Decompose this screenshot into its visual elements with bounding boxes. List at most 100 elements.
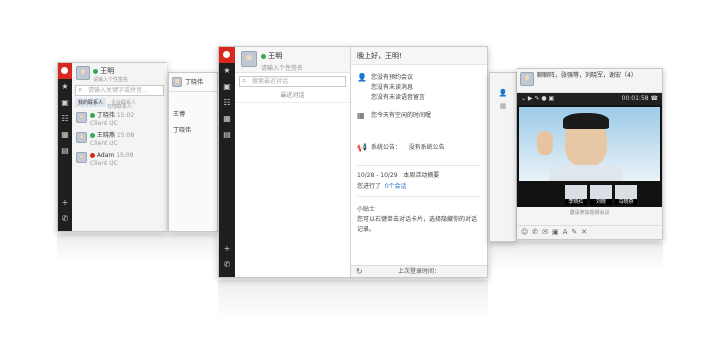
chat-header: 丁晓伟	[169, 73, 217, 92]
call-header: 聊聊阵，张强等，刘晓军，谢宏（4）	[517, 69, 662, 93]
star-icon[interactable]: ★	[219, 63, 235, 79]
avatar	[172, 77, 182, 87]
weekly-count-link[interactable]: 0个会话	[385, 183, 407, 190]
recent-search-input[interactable]: 搜索最近对话	[239, 76, 346, 87]
side-window: 👤 ▦	[489, 72, 517, 242]
user-icon: 👤	[357, 73, 367, 82]
right-reflection	[489, 242, 663, 272]
add-icon[interactable]: +	[58, 195, 72, 211]
me-signature[interactable]: 请输入个性签名	[261, 63, 303, 72]
contact-time: 15:02	[116, 112, 135, 119]
contact-name: Adam	[96, 152, 115, 159]
status-bar: ↻ 上次登录时间：	[351, 265, 487, 277]
avatar	[520, 72, 534, 86]
contact-search-input[interactable]: 请输入关键字或拼音...	[75, 85, 164, 96]
announce-section: 📢 系统公告： 没有系统公告	[351, 139, 487, 157]
video-feed	[517, 105, 662, 183]
add-icon[interactable]: +	[219, 241, 235, 257]
contact-status: Client UC	[90, 120, 118, 127]
participant-thumb[interactable]: 李晓红	[565, 185, 587, 205]
list-item[interactable]: Adam 15:09 Client UC	[72, 150, 167, 170]
video-caption: 邀请参加视频会议	[569, 210, 610, 216]
profile-header: 王明 请输入个性签名	[72, 63, 167, 85]
home-panel: 晚上好，王明! 👤 您没有预约会议 您没有未读消息 您没有未读语音留言 ▦ 您今…	[351, 47, 487, 277]
announce-value: 没有系统公告	[408, 144, 445, 151]
notice-section: 👤 您没有预约会议 您没有未读消息 您没有未读语音留言	[351, 69, 487, 107]
weekly-range: 10/28 - 10/29	[357, 172, 398, 179]
weekly-label: 本周活动摘要	[403, 172, 440, 179]
calendar-icon[interactable]: ▦	[58, 127, 72, 143]
contact-status: Client UC	[90, 140, 118, 147]
calendar-icon[interactable]: ▦	[219, 111, 235, 127]
avatar[interactable]	[241, 51, 257, 67]
apps-icon[interactable]: ▤	[58, 143, 72, 159]
left-reflection	[57, 234, 217, 264]
participant-thumb[interactable]: 刘晓	[590, 185, 612, 205]
participant-name: 李晓红	[565, 199, 587, 205]
video-shirt	[549, 165, 623, 181]
refresh-icon[interactable]: ↻	[356, 266, 363, 277]
app-logo-icon	[219, 47, 235, 63]
weekly-text: 您进行了	[357, 183, 382, 190]
avatar	[76, 112, 87, 123]
hangup-icon[interactable]: ☎	[651, 95, 658, 102]
divider	[357, 196, 481, 197]
message-sender: 丁晓伟	[173, 127, 192, 134]
contact-time: 15:08	[116, 132, 135, 139]
contacts-icon[interactable]: ☷	[58, 111, 72, 127]
avatar	[76, 132, 87, 143]
online-status-icon	[90, 133, 95, 138]
online-status-icon	[93, 68, 98, 74]
participant-thumb[interactable]: 马晓燕	[615, 185, 637, 205]
video-hand	[537, 131, 553, 155]
greeting: 晚上好，王明!	[351, 47, 487, 65]
call-controls: ⌄ ▶ ✎ ● ▣ 00:01:58 ☎	[517, 93, 662, 105]
profile-header: 王明 请输入个性签名	[235, 47, 350, 73]
busy-status-icon	[90, 153, 95, 158]
phone-icon[interactable]: ✆	[219, 257, 235, 273]
video-hair	[563, 113, 609, 129]
nav-rail: ★ ▣ ☷ ▦ ▤ + ✆	[219, 47, 235, 277]
video-call-window: 聊聊阵，张强等，刘晓军，谢宏（4） ⌄ ▶ ✎ ● ▣ 00:01:58 ☎ 李…	[517, 68, 663, 240]
chat-preview-window: 丁晓伟 王博 丁晓伟	[168, 72, 218, 232]
chat-contact-name: 丁晓伟	[185, 79, 204, 86]
last-login-label: 上次登录时间：	[397, 268, 440, 275]
star-icon[interactable]: ★	[58, 79, 72, 95]
list-item[interactable]: 丁晓伟 15:02 Client UC	[72, 110, 167, 130]
me-name: 王明	[100, 67, 115, 75]
recent-panel: 王明 请输入个性签名 搜索最近对话 最近对话	[235, 47, 351, 277]
contact-list: 在线联系人 丁晓伟 15:02 Client UC 王晓燕 15:08 Client…	[72, 104, 167, 170]
side-icons: 👤 ▦	[490, 73, 516, 113]
participant-name: 马晓燕	[615, 199, 637, 205]
contacts-panel: 王明 请输入个性签名 请输入关键字或拼音... 我的联系人 企业联系人 在线联系…	[72, 63, 167, 231]
contact-name: 丁晓伟	[96, 112, 115, 119]
schedule-section: ▦ 您今天有空闲的时间喔	[351, 107, 487, 125]
chat-icon[interactable]: ▣	[219, 79, 235, 95]
schedule-text: 您今天有空闲的时间喔	[371, 112, 432, 119]
main-window: ★ ▣ ☷ ▦ ▤ + ✆ 王明 请输入个性签名 搜索最近对话 最近对话 晚上好…	[218, 46, 488, 278]
call-control-icons[interactable]: ⌄ ▶ ✎ ● ▣	[521, 93, 554, 105]
notice-messages: 您没有未读消息	[371, 84, 414, 91]
tip-section: 小贴士 您可以右键单击对话卡片，选择隐藏你的对话记录。	[351, 201, 487, 239]
avatar[interactable]	[76, 66, 90, 80]
list-item[interactable]: 王晓燕 15:08 Client UC	[72, 130, 167, 150]
contact-status: Client UC	[90, 160, 118, 167]
message-sender: 王博	[173, 111, 186, 118]
weekly-summary: 10/28 - 10/29 本周活动摘要 您进行了 0个会话	[351, 166, 487, 196]
call-toolbar[interactable]: ☺✆✉▣A✎✕	[517, 225, 662, 239]
notice-voicemail: 您没有未读语音留言	[371, 94, 426, 101]
call-members: 聊聊阵，张强等，刘晓军，谢宏（4）	[537, 72, 637, 79]
apps-icon[interactable]: ▤	[219, 127, 235, 143]
announce-label: 系统公告：	[371, 144, 402, 151]
me-name: 王明	[268, 52, 283, 60]
online-status-icon	[261, 53, 266, 59]
tip-text: 您可以右键单击对话卡片，选择隐藏你的对话记录。	[357, 216, 478, 233]
chat-icon[interactable]: ▣	[58, 95, 72, 111]
contacts-icon[interactable]: ☷	[219, 95, 235, 111]
contact-time: 15:09	[116, 152, 134, 159]
recent-label: 最近对话	[235, 90, 350, 103]
user-icon: 👤	[498, 89, 508, 97]
me-signature[interactable]: 请输入个性签名	[93, 76, 128, 83]
phone-icon[interactable]: ✆	[58, 211, 72, 227]
group-label: 在线联系人	[106, 104, 132, 110]
